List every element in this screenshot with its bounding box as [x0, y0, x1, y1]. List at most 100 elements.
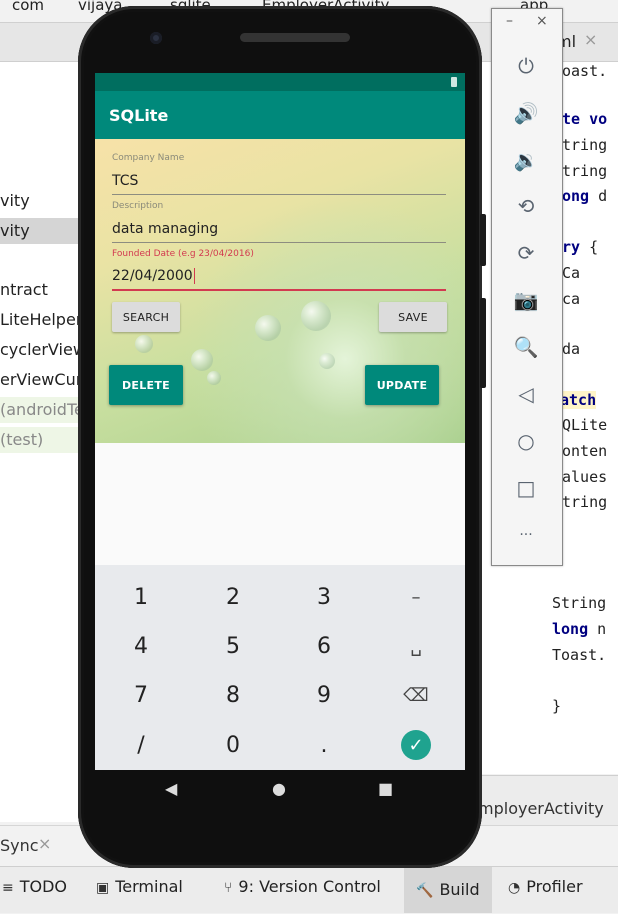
company-name-label: Company Name: [112, 153, 185, 163]
subtab-employer-activity[interactable]: mployerActivity: [478, 799, 604, 818]
key-done[interactable]: ✓: [371, 721, 461, 769]
terminal-icon: ▣: [96, 880, 110, 896]
code-line: ca: [562, 290, 580, 308]
numeric-keyboard: 1 2 3– 4 5 6 ␣ 7 8 9 ⌫ /0. ✓: [95, 565, 465, 770]
home-icon[interactable]: ○: [508, 426, 544, 456]
water-drop: [255, 315, 281, 341]
profiler-label: Profiler: [526, 877, 583, 896]
search-button[interactable]: SEARCH: [112, 302, 180, 332]
back-icon[interactable]: ◁: [508, 379, 544, 409]
profiler-tool[interactable]: ◔ Profiler: [508, 877, 583, 896]
close-icon[interactable]: ×: [38, 834, 51, 853]
check-icon: ✓: [401, 730, 431, 760]
todo-label: TODO: [19, 877, 68, 896]
tree-item[interactable]: (androidTe: [0, 397, 80, 423]
rotate-right-icon[interactable]: ⟳: [508, 238, 544, 268]
version-control-tool[interactable]: ⑂ 9: Version Control: [224, 877, 381, 896]
status-bar: [95, 73, 465, 91]
key-digit[interactable]: 5: [188, 622, 278, 670]
key-digit[interactable]: 4: [96, 622, 186, 670]
water-drop: [207, 371, 221, 385]
description-label: Description: [112, 201, 164, 211]
project-tree: vity vity ntract LiteHelper cyclerView e…: [0, 62, 80, 822]
code-line: atch: [560, 391, 597, 409]
company-name-field[interactable]: TCS: [112, 168, 446, 195]
nav-back-icon[interactable]: ◀: [165, 779, 177, 798]
close-icon[interactable]: ×: [536, 13, 548, 29]
code-line: tring: [562, 493, 607, 511]
rotate-left-icon[interactable]: ⟲: [508, 191, 544, 221]
description-field[interactable]: data managing: [112, 216, 446, 243]
code-token: d: [589, 187, 608, 205]
key-digit[interactable]: .: [279, 721, 369, 769]
water-drop: [301, 301, 331, 331]
tree-item[interactable]: erViewCur: [0, 367, 80, 393]
key-digit[interactable]: 0: [188, 721, 278, 769]
key-digit[interactable]: /: [96, 721, 186, 769]
camera-icon[interactable]: 📷: [508, 285, 544, 315]
code-line: onten: [562, 442, 607, 460]
power-icon[interactable]: ⏻: [508, 51, 544, 81]
emulator-toolbar: – × ⏻ 🔊 🔉 ⟲ ⟳ 📷 🔍 ◁ ○ □ ···: [491, 8, 563, 566]
tree-item-selected[interactable]: vity: [0, 218, 80, 244]
sync-label[interactable]: Sync: [0, 836, 39, 855]
todo-tool[interactable]: ≡ TODO: [2, 877, 67, 896]
key-digit[interactable]: 6: [279, 622, 369, 670]
phone-volume-button: [480, 298, 486, 388]
build-tool[interactable]: 🔨 Build: [404, 867, 492, 913]
hammer-icon: 🔨: [416, 883, 434, 899]
volume-down-icon[interactable]: 🔉: [508, 145, 544, 175]
nav-home-icon[interactable]: ●: [272, 779, 286, 798]
code-line: Ca: [562, 264, 580, 282]
tree-item[interactable]: LiteHelper: [0, 307, 80, 333]
breadcrumb-com[interactable]: com: [12, 0, 44, 14]
founded-date-field[interactable]: 22/04/2000: [112, 263, 446, 291]
key-symbol[interactable]: –: [371, 573, 461, 621]
app-title: SQLite: [109, 106, 169, 125]
zoom-icon[interactable]: 🔍: [508, 332, 544, 362]
text-cursor: [193, 268, 195, 284]
code-token: onten: [562, 442, 608, 460]
code-token: da: [562, 340, 581, 358]
code-line: oast.: [562, 62, 607, 80]
code-line: QLite: [562, 416, 607, 434]
key-digit[interactable]: 9: [279, 671, 369, 719]
terminal-label: Terminal: [115, 877, 183, 896]
tree-item[interactable]: ntract: [0, 277, 80, 303]
terminal-tool[interactable]: ▣ Terminal: [96, 877, 183, 896]
form-area: Company Name TCS Description data managi…: [95, 139, 465, 443]
code-line: ry {: [562, 238, 598, 256]
nav-recents-icon[interactable]: ■: [378, 779, 393, 798]
code-token: String: [552, 594, 607, 612]
code-line: da: [562, 340, 580, 358]
branch-icon: ⑂: [224, 880, 233, 896]
key-digit[interactable]: 8: [188, 671, 278, 719]
update-button[interactable]: UPDATE: [365, 365, 439, 405]
minimize-icon[interactable]: –: [506, 13, 513, 29]
key-symbol[interactable]: ␣: [371, 622, 461, 670]
build-label: Build: [439, 880, 480, 899]
code-token: alues: [562, 468, 608, 486]
code-token: te vo: [562, 110, 608, 128]
more-icon[interactable]: ···: [508, 520, 544, 550]
code-token: ry: [562, 238, 581, 256]
tree-item[interactable]: (test): [0, 427, 80, 453]
battery-icon: [451, 77, 457, 87]
delete-button[interactable]: DELETE: [109, 365, 183, 405]
code-token: tring: [562, 493, 608, 511]
key-digit[interactable]: 1: [96, 573, 186, 621]
key-digit[interactable]: 3: [279, 573, 369, 621]
water-drop: [135, 335, 153, 353]
key-digit[interactable]: 7: [96, 671, 186, 719]
save-button[interactable]: SAVE: [379, 302, 447, 332]
code-line: }: [552, 697, 561, 715]
key-symbol[interactable]: ⌫: [371, 671, 461, 719]
overview-icon[interactable]: □: [508, 473, 544, 503]
volume-up-icon[interactable]: 🔊: [508, 98, 544, 128]
water-drop: [191, 349, 213, 371]
key-digit[interactable]: 2: [188, 573, 278, 621]
code-token: {: [580, 238, 599, 256]
tree-item[interactable]: vity: [0, 188, 80, 214]
tree-item[interactable]: cyclerView: [0, 337, 80, 363]
close-icon[interactable]: ×: [584, 30, 597, 49]
